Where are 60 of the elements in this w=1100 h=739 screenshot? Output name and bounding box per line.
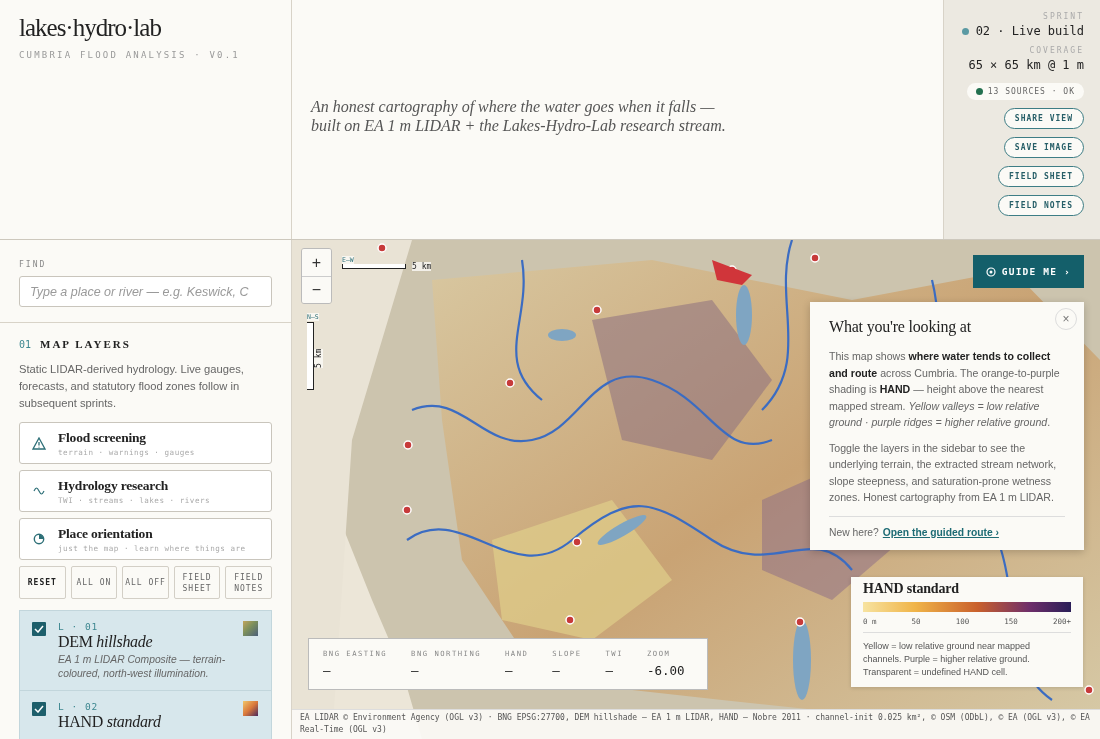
sprint-label: SPRINT [1043, 12, 1084, 21]
layer-title: HAND standard [58, 713, 162, 731]
header-action-button[interactable]: FIELD SHEET [998, 166, 1084, 187]
coverage-value: 65 × 65 km @ 1 m [968, 58, 1084, 72]
layer-description: EA 1 m LIDAR Composite — terrain-coloured, north-west illumination. [58, 653, 227, 681]
section-description: Static LIDAR-derived hydrology. Live gauges, forecasts, and statutory flood zones follow in subsequent sprints. [19, 362, 245, 411]
layer-tool-button[interactable]: ALL OFF [122, 566, 169, 599]
scale-label: 5 km [314, 348, 323, 368]
readout-value: -6.00 [647, 663, 685, 678]
header-action-button[interactable]: SHARE VIEW [1003, 108, 1084, 129]
layer-code: L · 01 [58, 621, 100, 632]
tagline: An honest cartography of where the water goes when it falls — built on EA 1 m LIDAR + the Lakes-Hydro-Lab research stream. [311, 96, 727, 135]
pie-chart-icon [32, 533, 46, 545]
search-field[interactable]: Type a place or river — e.g. Keswick, C [19, 276, 272, 307]
popup-paragraph: This map shows where water tends to collect and route across Cumbria. The orange-to-purple shading is HAND — height above the nearest mapped stream. Yellow valleys = low relative ground · purple ridges = higher relative ground. [829, 349, 1061, 430]
find-label: FIND [19, 260, 47, 269]
readout-value: – [505, 663, 514, 678]
section-number: 01 [19, 339, 32, 350]
readout-value: – [605, 663, 615, 678]
readout-value: – [411, 663, 420, 678]
layer-tool-button[interactable]: FIELD SHEET [173, 566, 221, 599]
layer-swatch-icon [243, 621, 258, 636]
footer-text: New here? [829, 526, 879, 538]
sources-badge: 13 SOURCES · OK [966, 83, 1084, 100]
legend-note: Yellow = low relative ground near mapped channels. Purple = higher relative ground. Transparent = undefined HAND cell. [863, 640, 1032, 679]
layer-title: DEM hillshade [58, 633, 154, 651]
readout-value: – [323, 663, 332, 678]
checkbox[interactable] [32, 702, 46, 716]
scale-bar [307, 322, 314, 390]
checkbox[interactable] [32, 622, 46, 636]
zoom-button[interactable]: − [302, 276, 331, 303]
header-action-button[interactable]: FIELD NOTES [998, 195, 1084, 216]
coverage-label: COVERAGE [1029, 46, 1084, 55]
zoom-button[interactable]: + [302, 249, 331, 276]
attribution-text: EA LIDAR © Environment Agency (OGL v3) · BNG EPSG:27700, DEM hillshade — EA 1 m LIDAR, HAND — Nobre 2011 · channel-init 0.025 km², © OSM (ODbL), © EA (OGL v3), © EA Real-Time (OGL v3) [292, 709, 1100, 739]
brand-logo: lakes·hydro·lab [19, 14, 161, 42]
layer-tool-button[interactable]: FIELD NOTES [225, 566, 272, 599]
readout-value: – [552, 663, 561, 678]
header-action-button[interactable]: SAVE IMAGE [1003, 137, 1084, 158]
scale-label: 5 km [412, 262, 432, 271]
status-dot-icon [961, 27, 969, 35]
popup-title: What you're looking at [829, 318, 972, 336]
layer-tool-button[interactable]: ALL ON [70, 566, 118, 599]
layer-tool-button[interactable]: RESET [19, 566, 66, 599]
warning-icon [32, 436, 46, 450]
section-title: MAP LAYERS [40, 338, 131, 350]
close-button[interactable]: × [1055, 308, 1077, 330]
layer-row[interactable]: L · 02 HAND standard [20, 691, 271, 739]
layer-row[interactable]: L · 01 DEM hillshade EA 1 m LIDAR Composite — terrain-coloured, north-west illumination. [20, 611, 271, 691]
scale-bar [342, 264, 406, 269]
popup-paragraph: Toggle the layers in the sidebar to see the underlying terrain, the extracted stream network, slope steepness, and saturation-prone wetness zones. Honest cartography from EA 1 m LIDAR. [829, 440, 1058, 505]
wave-icon [32, 487, 46, 495]
guided-route-link[interactable]: Open the guided route › [882, 526, 999, 538]
app-subtitle: CUMBRIA FLOOD ANALYSIS · V0.1 [19, 50, 240, 60]
layer-swatch-icon [243, 701, 258, 716]
target-icon [985, 266, 996, 277]
legend-title: HAND standard [863, 581, 960, 597]
guide-button[interactable]: GUIDE ME › [972, 255, 1084, 288]
layer-code: L · 02 [58, 701, 100, 712]
sprint-value: 02 · Live build [975, 24, 1084, 38]
